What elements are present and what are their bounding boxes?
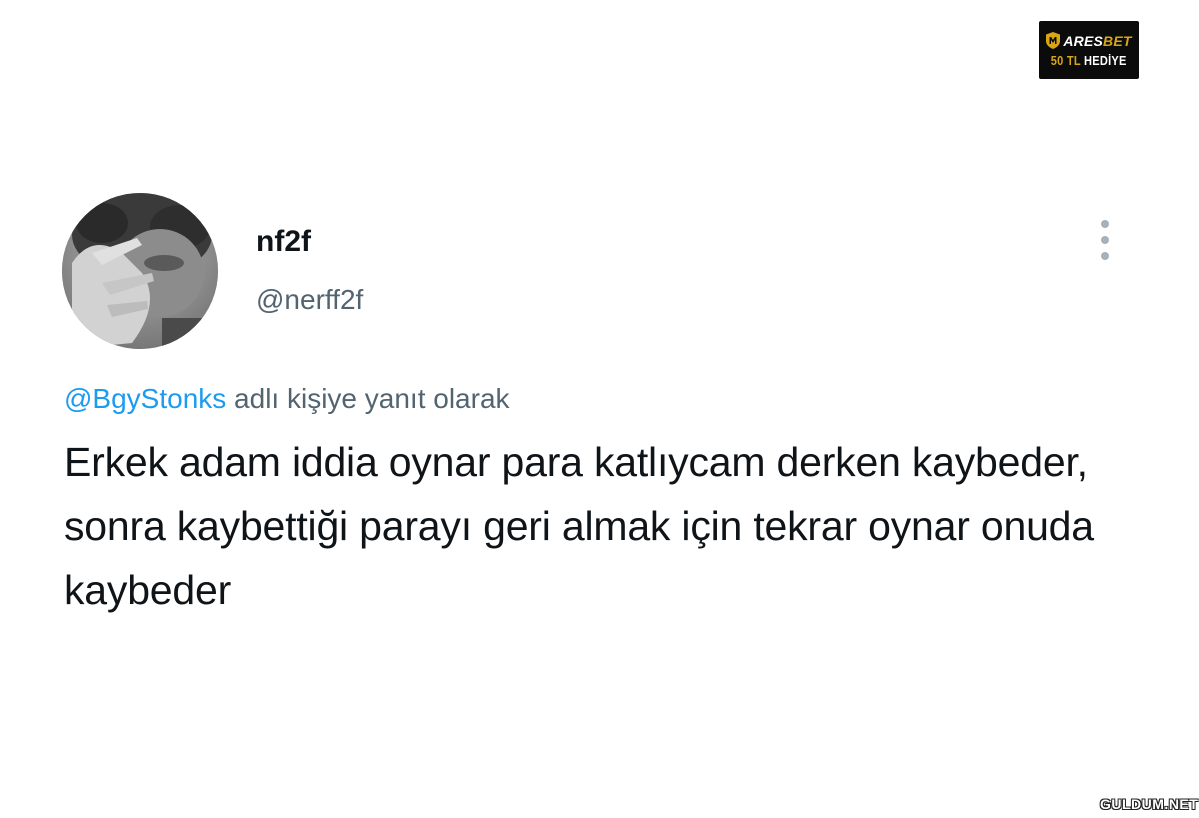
sponsor-gift-word: HEDİYE: [1084, 53, 1127, 68]
sponsor-gift-text: 50 TL HEDİYE: [1051, 53, 1127, 68]
sponsor-brand-row: ARESBET: [1046, 32, 1131, 49]
sponsor-brand-accent: BET: [1103, 32, 1132, 49]
sponsor-brand-main: ARES: [1063, 32, 1104, 49]
site-watermark: GULDUM.NET: [1100, 796, 1199, 812]
author-display-name[interactable]: nf2f: [256, 224, 311, 260]
reply-context: @BgyStonks adlı kişiye yanıt olarak: [64, 381, 510, 417]
reply-mention-link[interactable]: @BgyStonks: [64, 383, 226, 414]
shield-logo-icon: [1046, 32, 1061, 49]
tweet-text: Erkek adam iddia oynar para katlıycam de…: [64, 439, 1094, 613]
author-handle[interactable]: @nerff2f: [256, 283, 363, 317]
avatar-photo-icon: [62, 193, 218, 349]
profile-avatar[interactable]: [62, 193, 218, 349]
reply-context-suffix: adlı kişiye yanıt olarak: [226, 383, 510, 414]
sponsor-gift-amount: 50 TL: [1051, 53, 1081, 68]
sponsor-brand-name: ARESBET: [1063, 33, 1131, 49]
sponsor-badge[interactable]: ARESBET 50 TL HEDİYE: [1039, 21, 1139, 79]
more-options-button[interactable]: [1090, 218, 1120, 262]
